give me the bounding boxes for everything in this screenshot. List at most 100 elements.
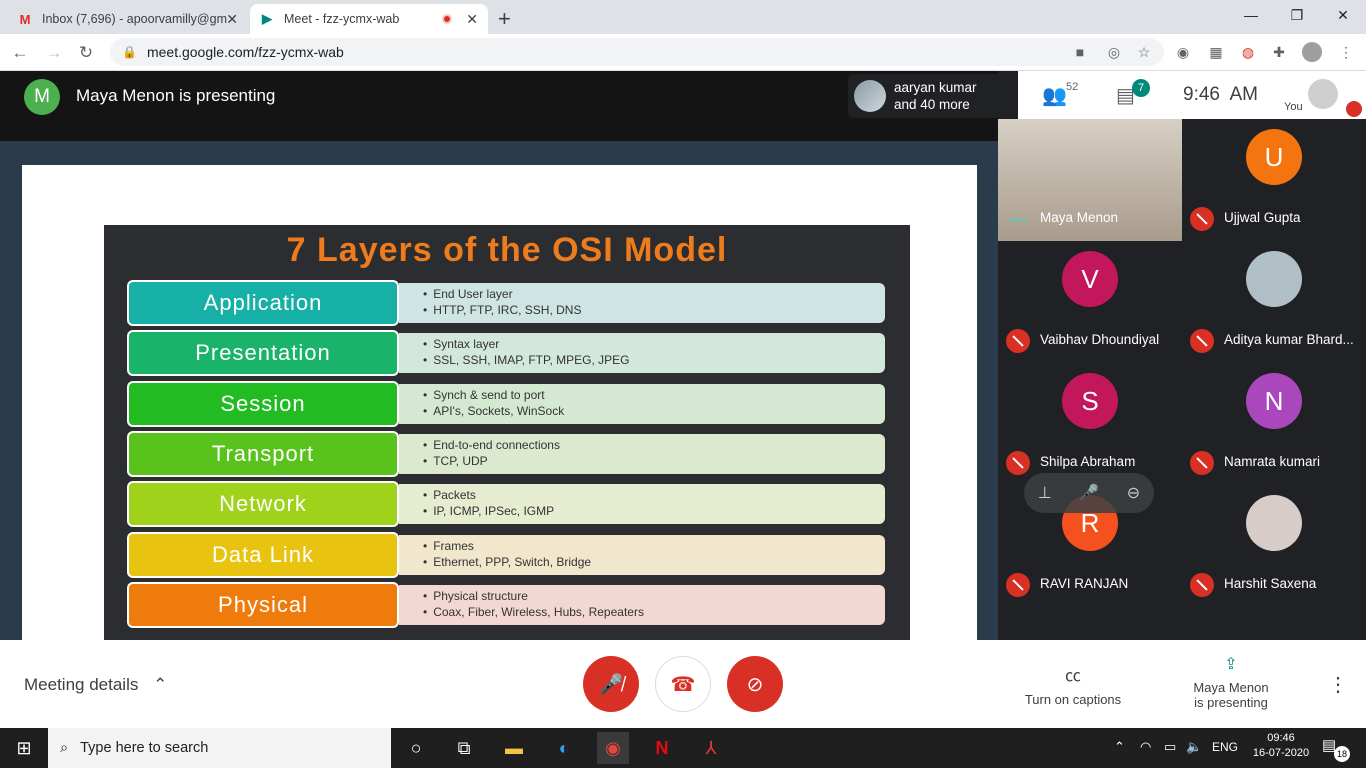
back-button[interactable]: ←: [6, 39, 34, 67]
chrome-icon[interactable]: ◉: [597, 732, 629, 764]
participant-tile[interactable]: S Shilpa Abraham: [998, 363, 1182, 485]
osi-layer-name: Physical: [127, 581, 399, 628]
extension-icon[interactable]: ◍: [1238, 42, 1258, 62]
extension-icon[interactable]: ▦: [1206, 42, 1226, 62]
participant-name: Ujjwal Gupta: [1224, 210, 1301, 225]
edge-icon[interactable]: ◐: [548, 732, 580, 764]
presenting-line1: Maya Menon: [1193, 680, 1269, 695]
more-options-icon[interactable]: ⋮: [1328, 672, 1348, 697]
osi-layer-item: Synch & send to port: [433, 387, 885, 403]
mic-muted-icon: [1190, 451, 1214, 475]
participant-name: Aditya kumar Bhard...: [1224, 332, 1354, 347]
close-tab-icon[interactable]: ✕: [466, 11, 478, 28]
participant-count: 52: [1066, 81, 1079, 93]
extension-icon[interactable]: ◉: [1173, 42, 1193, 62]
tray-chevron-icon[interactable]: ⌃: [1114, 739, 1125, 755]
volume-icon[interactable]: 🔈: [1186, 739, 1202, 755]
osi-layer-item: API's, Sockets, WinSock: [433, 403, 885, 419]
participant-tile[interactable]: U Ujjwal Gupta: [1182, 119, 1366, 241]
reload-button[interactable]: ↻: [72, 39, 100, 67]
url-field[interactable]: 🔒 meet.google.com/fzz-ycmx-wab: [110, 38, 1164, 66]
close-window-button[interactable]: ✕: [1320, 0, 1366, 30]
captions-button[interactable]: ㏄ Turn on captions: [1000, 662, 1146, 707]
mute-icon[interactable]: 🎤: [1079, 483, 1099, 503]
pin-icon[interactable]: ⊥: [1038, 483, 1052, 503]
osi-layer-name: Session: [127, 380, 399, 427]
slide-title: 7 Layers of the OSI Model: [286, 231, 728, 269]
people-name: aaryan kumar: [894, 80, 977, 95]
meeting-toolbar: 👥 52 ▤ 7 9:46 AM You: [1018, 71, 1366, 119]
presentation-area: 7 Layers of the OSI Model Application End…: [0, 141, 998, 640]
avatar: [1246, 495, 1302, 551]
people-icon[interactable]: 👥: [1042, 83, 1067, 108]
address-bar: ← → ↻ 🔒 meet.google.com/fzz-ycmx-wab ■ ◎…: [0, 34, 1366, 71]
participant-tile[interactable]: V Vaibhav Dhoundiyal: [998, 241, 1182, 363]
eye-off-icon[interactable]: ◎: [1104, 42, 1124, 62]
avatar: N: [1246, 373, 1302, 429]
participant-tile[interactable]: ••• Maya Menon: [998, 119, 1182, 241]
gmail-icon: M: [19, 11, 31, 27]
osi-layer-description: Physical structureCoax, Fiber, Wireless,…: [399, 584, 885, 625]
tab-gmail[interactable]: M Inbox (7,696) - apoorvamilly@gm ✕: [8, 4, 248, 34]
cortana-icon[interactable]: ○: [400, 732, 432, 764]
tab-title: Inbox (7,696) - apoorvamilly@gm: [42, 12, 227, 26]
osi-layer-item: Coax, Fiber, Wireless, Hubs, Repeaters: [433, 604, 885, 620]
mic-off-button[interactable]: 🎤̸: [583, 656, 639, 712]
chat-badge: 7: [1132, 79, 1150, 97]
forward-button[interactable]: →: [40, 39, 68, 67]
meeting-details-label: Meeting details: [24, 675, 139, 694]
bookmark-star-icon[interactable]: ☆: [1134, 42, 1154, 62]
language-indicator[interactable]: ENG: [1212, 740, 1238, 754]
participant-name: Vaibhav Dhoundiyal: [1040, 332, 1160, 347]
captions-label: Turn on captions: [1024, 692, 1122, 707]
leave-call-button[interactable]: ☎: [655, 656, 711, 712]
taskbar-search[interactable]: ⌕ Type here to search: [48, 728, 391, 768]
avatar: [854, 80, 886, 112]
osi-layer-item: Physical structure: [433, 588, 885, 604]
url-text: meet.google.com/fzz-ycmx-wab: [146, 44, 344, 60]
menu-icon[interactable]: ⋮: [1336, 42, 1356, 62]
osi-layer-item: Syntax layer: [433, 336, 885, 352]
task-view-icon[interactable]: ⧉: [448, 732, 480, 764]
camera-icon[interactable]: ■: [1070, 42, 1090, 62]
windows-start-icon[interactable]: ⊞: [8, 732, 40, 764]
presenting-button[interactable]: ⇪ Maya Menon is presenting: [1170, 654, 1292, 710]
close-tab-icon[interactable]: ✕: [226, 11, 238, 28]
recording-icon: [442, 14, 452, 24]
people-preview[interactable]: aaryan kumar and 40 more: [848, 74, 1018, 118]
participant-name: Shilpa Abraham: [1040, 454, 1136, 469]
file-explorer-icon[interactable]: ▬: [498, 732, 530, 764]
self-avatar[interactable]: [1308, 79, 1338, 109]
meeting-details-button[interactable]: Meeting details ⌃: [24, 675, 167, 695]
remove-icon[interactable]: ⊖: [1127, 483, 1140, 503]
lock-icon: 🔒: [122, 45, 137, 59]
osi-layer-item: Frames: [433, 538, 885, 554]
battery-icon[interactable]: ▭: [1164, 739, 1176, 755]
profile-avatar[interactable]: [1302, 42, 1322, 62]
osi-layer-description: End-to-end connectionsTCP, UDP: [399, 433, 885, 474]
restore-button[interactable]: ❐: [1274, 0, 1320, 30]
osi-layer-description: FramesEthernet, PPP, Switch, Bridge: [399, 534, 885, 575]
people-more: and 40 more: [894, 97, 970, 112]
participant-tile[interactable]: N Namrata kumari: [1182, 363, 1366, 485]
acrobat-icon[interactable]: ⅄: [695, 732, 727, 764]
mic-muted-icon: [1006, 573, 1030, 597]
participant-tile[interactable]: Harshit Saxena: [1182, 485, 1366, 607]
mic-muted-icon: [1190, 573, 1214, 597]
osi-layer-name: Application: [127, 280, 399, 326]
osi-layer-item: SSL, SSH, IMAP, FTP, MPEG, JPEG: [433, 352, 885, 368]
participant-tile[interactable]: Aditya kumar Bhard...: [1182, 241, 1366, 363]
network-icon[interactable]: ◠: [1140, 739, 1151, 755]
osi-layer-item: HTTP, FTP, IRC, SSH, DNS: [433, 302, 885, 318]
new-tab-button[interactable]: +: [498, 6, 511, 32]
puzzle-icon[interactable]: ✚: [1269, 42, 1289, 62]
netflix-icon[interactable]: N: [646, 732, 678, 764]
minimize-button[interactable]: —: [1228, 0, 1274, 30]
taskbar-clock[interactable]: 09:46 16-07-2020: [1250, 732, 1312, 759]
camera-off-button[interactable]: ⊘: [727, 656, 783, 712]
tab-title: Meet - fzz-ycmx-wab: [284, 12, 400, 26]
speaking-indicator-icon: •••: [1010, 211, 1028, 227]
tab-meet[interactable]: ▶ Meet - fzz-ycmx-wab ✕: [250, 4, 488, 34]
osi-layer-item: End-to-end connections: [433, 437, 885, 453]
mic-muted-icon: [1006, 329, 1030, 353]
